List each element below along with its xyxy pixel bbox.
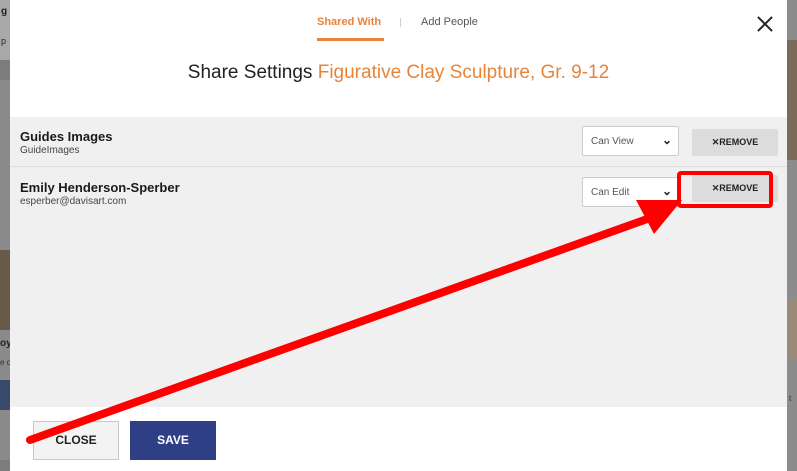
close-button[interactable]: CLOSE [33,421,119,460]
save-button[interactable]: SAVE [130,421,216,460]
tab-shared-with[interactable]: Shared With [317,16,381,28]
share-row: Guides Images GuideImages Can View ⌄ ✕RE… [10,117,787,167]
share-settings-modal: Shared With Add People Share Settings Fi… [10,0,787,471]
permission-value: Can Edit [591,187,630,198]
project-title: Figurative Clay Sculpture, Gr. 9-12 [317,62,610,83]
page-title: Share Settings Figurative Clay Sculpture… [10,62,787,84]
chevron-down-icon: ⌄ [661,184,672,198]
background-text: g [1,6,8,17]
background-text: t [789,394,792,403]
modal-footer: CLOSE SAVE [10,407,787,471]
share-name: Guides Images [20,129,113,144]
permission-value: Can View [591,136,634,147]
permission-select[interactable]: Can View ⌄ [582,126,679,156]
share-row: Emily Henderson-Sperber esperber@davisar… [10,168,787,218]
tab-add-people[interactable]: Add People [421,16,478,28]
share-name: Emily Henderson-Sperber [20,180,180,195]
annotation-highlight-box [677,171,773,208]
active-tab-indicator [317,38,384,41]
tab-divider [400,18,401,27]
background-thumbnail [0,380,10,410]
permission-select[interactable]: Can Edit ⌄ [582,177,679,207]
close-icon[interactable] [752,12,778,38]
background-thumbnail [0,250,10,330]
background-thumbnail [787,300,797,360]
share-identifier: GuideImages [20,145,80,156]
chevron-down-icon: ⌄ [661,133,672,147]
remove-button[interactable]: ✕REMOVE [692,129,778,156]
background-thumbnail [787,40,797,160]
modal-tabs: Shared With Add People [10,0,787,42]
share-list: Guides Images GuideImages Can View ⌄ ✕RE… [10,117,787,407]
heading-prefix: Share Settings [187,62,313,83]
background-text: p [1,36,7,46]
share-identifier: esperber@davisart.com [20,196,127,207]
